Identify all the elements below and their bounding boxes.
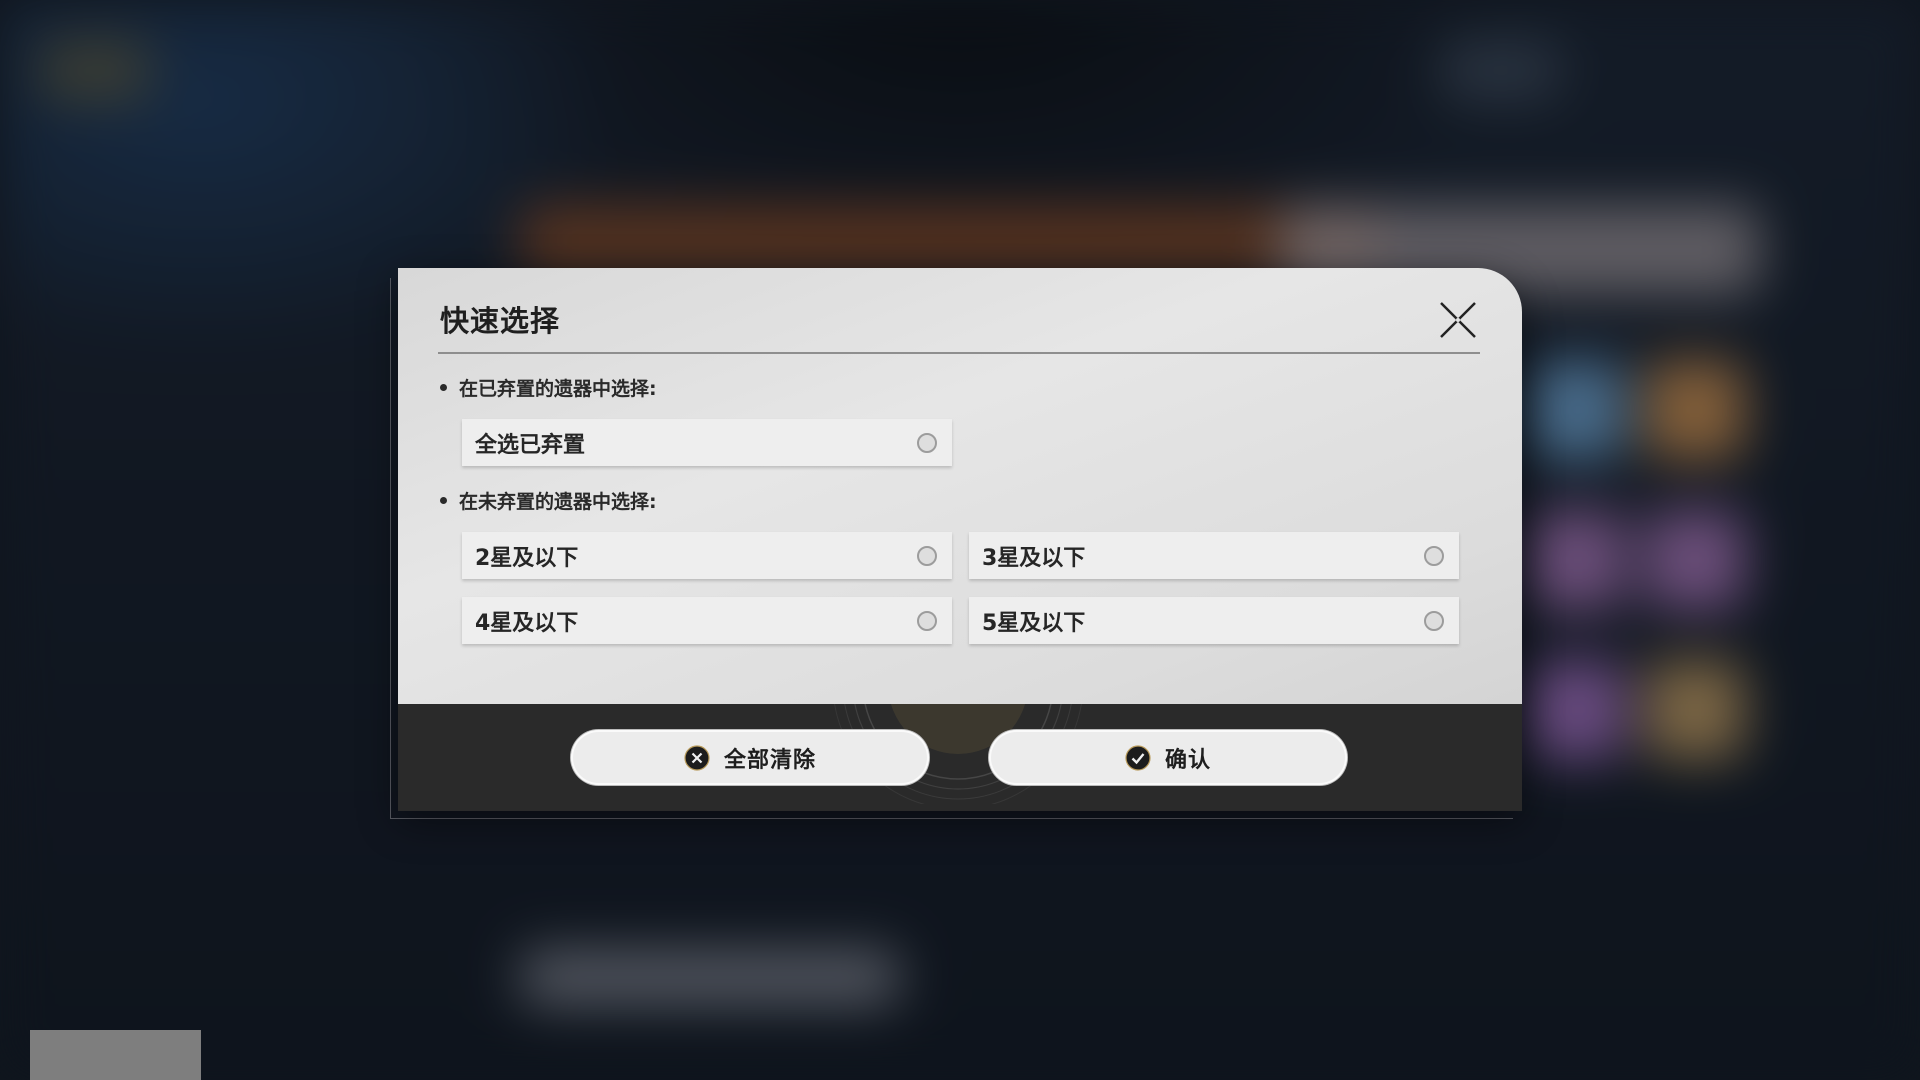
bullet — [440, 384, 447, 391]
section-label-text: 在已弃置的遗器中选择: — [459, 378, 657, 400]
option-select-all-discarded[interactable]: 全选已弃置 — [462, 419, 952, 466]
section-label-text: 在未弃置的遗器中选择: — [459, 491, 657, 513]
x-circle-icon — [684, 744, 710, 771]
radio-button[interactable] — [1424, 545, 1444, 566]
radio-button[interactable] — [917, 545, 937, 566]
dialog-footer: 全部清除 确认 — [398, 704, 1522, 811]
option-5-star-and-below[interactable]: 5星及以下 — [969, 597, 1459, 644]
radio-button[interactable] — [917, 610, 937, 631]
option-3-star-and-below[interactable]: 3星及以下 — [969, 532, 1459, 579]
clear-all-button[interactable]: 全部清除 — [571, 730, 929, 785]
close-button[interactable] — [1438, 300, 1478, 340]
radio-button[interactable] — [917, 432, 937, 453]
section-label-not-discarded: 在未弃置的遗器中选择: — [440, 487, 657, 514]
section-label-discarded: 在已弃置的遗器中选择: — [440, 374, 657, 401]
option-label: 2星及以下 — [475, 545, 579, 571]
radio-button[interactable] — [1424, 610, 1444, 631]
confirm-button[interactable]: 确认 — [989, 730, 1347, 785]
option-2-star-and-below[interactable]: 2星及以下 — [462, 532, 952, 579]
dialog-title: 快速选择 — [440, 304, 561, 338]
title-divider — [438, 352, 1480, 354]
check-circle-icon — [1125, 744, 1151, 771]
bullet — [440, 497, 447, 504]
quick-select-dialog: 快速选择 在已弃置的遗器中选择: 全选已弃置 在未弃置的遗器中选择: 2星及以下… — [398, 268, 1522, 811]
dialog-body: 快速选择 在已弃置的遗器中选择: 全选已弃置 在未弃置的遗器中选择: 2星及以下… — [398, 268, 1522, 704]
option-4-star-and-below[interactable]: 4星及以下 — [462, 597, 952, 644]
option-label: 3星及以下 — [982, 545, 1086, 571]
option-label: 4星及以下 — [475, 610, 579, 636]
clear-all-label: 全部清除 — [723, 747, 816, 773]
game-screen: 快速选择 在已弃置的遗器中选择: 全选已弃置 在未弃置的遗器中选择: 2星及以下… — [0, 0, 1920, 1080]
option-label: 全选已弃置 — [475, 432, 586, 458]
close-icon — [1440, 302, 1476, 338]
corner-placeholder — [30, 1030, 201, 1080]
option-label: 5星及以下 — [982, 610, 1086, 636]
confirm-label: 确认 — [1164, 747, 1211, 773]
